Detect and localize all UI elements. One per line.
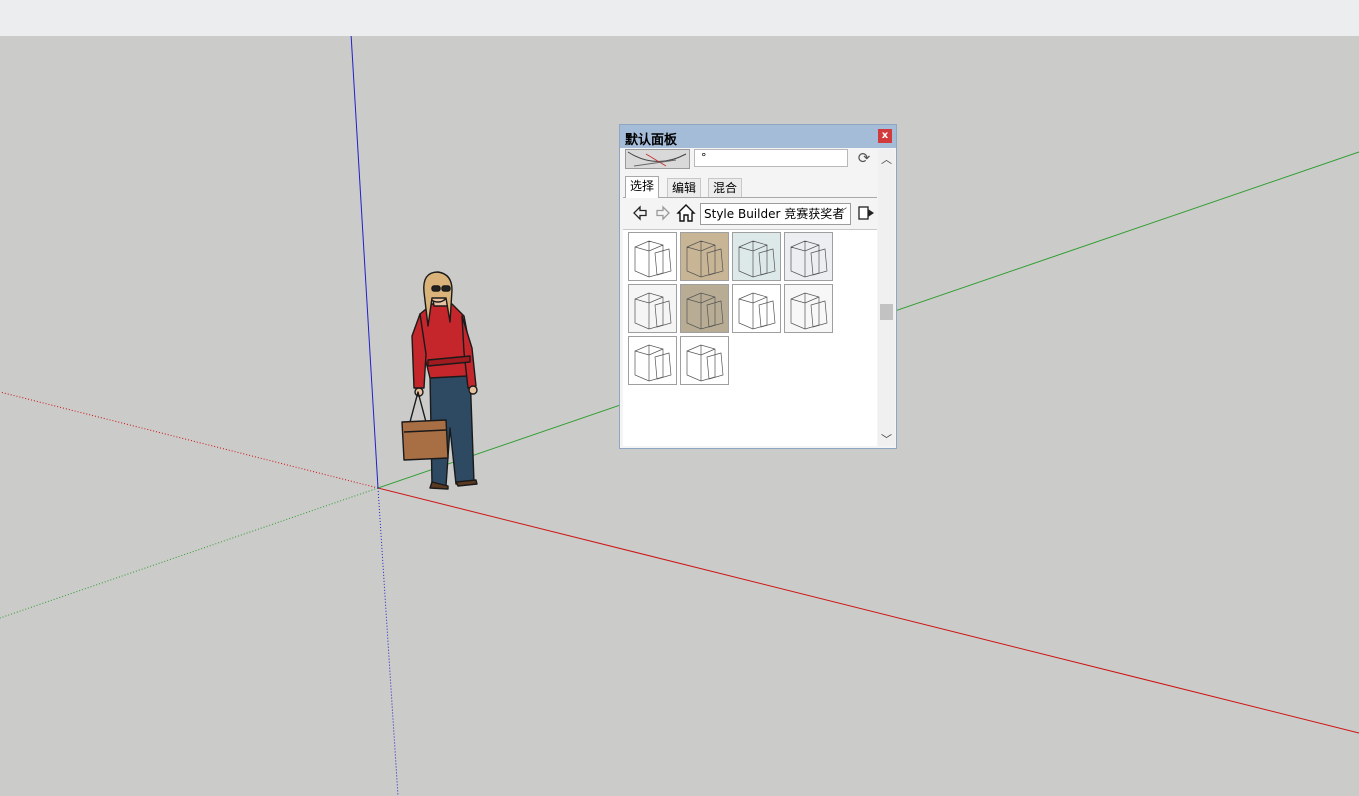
blue-axis-dotted xyxy=(377,487,399,796)
refresh-icon[interactable]: ⟳ xyxy=(855,150,873,168)
current-style-thumbnail[interactable] xyxy=(625,149,690,169)
person-figure[interactable] xyxy=(401,271,478,490)
box-preview-icon xyxy=(686,240,724,278)
details-icon[interactable] xyxy=(856,203,876,223)
top-toolbar-area xyxy=(0,0,1359,37)
style-preview-graphic xyxy=(626,150,689,168)
style-name-field[interactable]: ° xyxy=(694,149,848,167)
scroll-thumb[interactable] xyxy=(880,304,893,320)
scroll-up-icon[interactable]: ︿ xyxy=(878,151,895,166)
style-toolbar: Style Builder 竞赛获奖者 ﹀ xyxy=(623,199,877,230)
box-preview-icon xyxy=(790,240,828,278)
tab-edit[interactable]: 编辑 xyxy=(667,178,702,197)
box-preview-icon xyxy=(634,344,672,382)
collection-selected-label: Style Builder 竞赛获奖者 xyxy=(704,207,845,221)
back-arrow-icon[interactable] xyxy=(630,203,650,223)
red-axis-dotted xyxy=(0,391,379,489)
panel-title: 默认面板 xyxy=(625,133,678,148)
tab-mix[interactable]: 混合 xyxy=(708,178,743,197)
style-collection-dropdown[interactable]: Style Builder 竞赛获奖者 ﹀ xyxy=(700,203,851,225)
style-thumbnail[interactable] xyxy=(784,284,833,333)
style-thumbnail-grid xyxy=(623,230,877,446)
forward-arrow-graphic xyxy=(656,205,670,221)
box-preview-icon xyxy=(634,240,672,278)
style-thumbnail[interactable] xyxy=(680,284,729,333)
back-arrow-graphic xyxy=(633,205,647,221)
details-graphic xyxy=(858,206,874,220)
home-graphic xyxy=(676,204,696,222)
style-thumbnail[interactable] xyxy=(628,336,677,385)
home-icon[interactable] xyxy=(676,203,696,223)
tab-select[interactable]: 选择 xyxy=(625,176,660,198)
box-preview-icon xyxy=(738,292,776,330)
box-preview-icon xyxy=(634,292,672,330)
style-thumbnail[interactable] xyxy=(628,284,677,333)
scroll-down-icon[interactable]: ﹀ xyxy=(878,431,895,446)
panel-scrollbar[interactable]: ︿ ﹀ xyxy=(878,149,895,446)
style-thumbnail[interactable] xyxy=(680,336,729,385)
style-thumbnail[interactable] xyxy=(628,232,677,281)
box-preview-icon xyxy=(790,292,828,330)
close-icon[interactable]: x xyxy=(878,129,892,143)
style-thumbnail[interactable] xyxy=(680,232,729,281)
chevron-down-icon: ﹀ xyxy=(837,208,847,219)
red-axis-solid xyxy=(377,487,1359,734)
panel-title-bar[interactable]: 默认面板 x xyxy=(620,125,896,148)
box-preview-icon xyxy=(686,292,724,330)
style-thumbnail[interactable] xyxy=(732,284,781,333)
default-tray-panel: 默认面板 x ° ⟳ ︿ ﹀ 选择 编辑 混合 Style Builder 竞赛… xyxy=(619,124,897,449)
forward-arrow-icon[interactable] xyxy=(653,203,673,223)
green-axis-dotted xyxy=(0,487,379,619)
blue-axis-solid xyxy=(350,36,379,489)
box-preview-icon xyxy=(738,240,776,278)
style-tabs: 选择 编辑 混合 xyxy=(623,176,877,198)
style-thumbnail[interactable] xyxy=(784,232,833,281)
style-thumbnail[interactable] xyxy=(732,232,781,281)
box-preview-icon xyxy=(686,344,724,382)
